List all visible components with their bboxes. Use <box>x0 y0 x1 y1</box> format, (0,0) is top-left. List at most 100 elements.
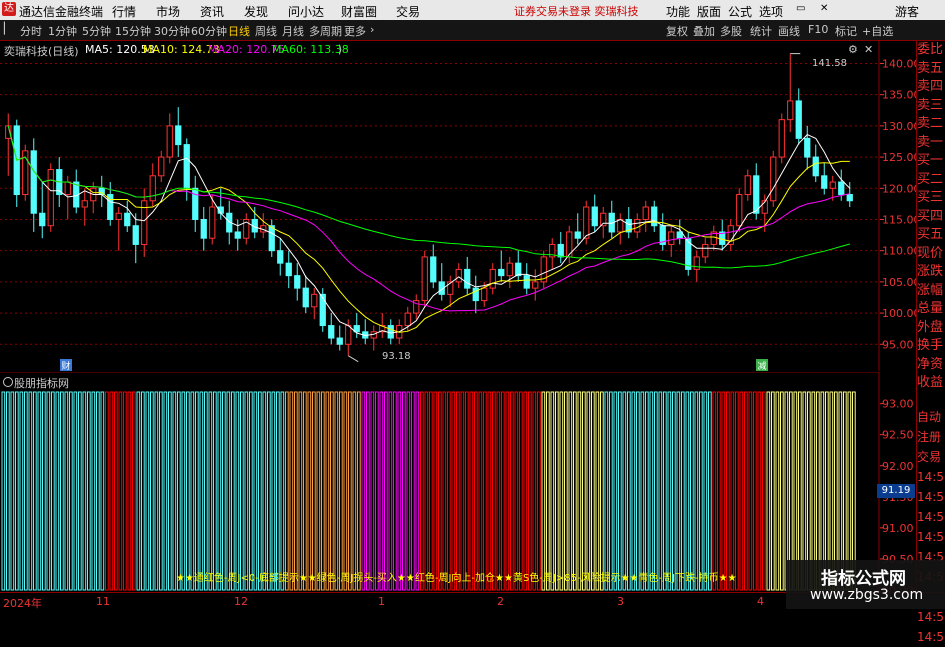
candle-body <box>821 175 828 189</box>
menu-formula[interactable]: 公式 <box>728 3 752 20</box>
sidebar-toggle-icon[interactable]: ▏ <box>4 22 12 35</box>
tab-period-daily[interactable]: 日线 <box>228 23 250 39</box>
indicator-bar <box>109 391 114 591</box>
candle-body <box>583 206 590 239</box>
menu-ask[interactable]: 问小达 <box>288 3 324 20</box>
tab-period-timeshare[interactable]: 分时 <box>20 23 42 39</box>
candle-body <box>498 268 505 277</box>
mark-button[interactable]: 标记 <box>835 23 857 39</box>
menu-function[interactable]: 功能 <box>666 3 690 20</box>
menu-discover[interactable]: 发现 <box>244 3 268 20</box>
indicator-bar <box>51 391 55 591</box>
stats-button[interactable]: 统计 <box>750 23 772 39</box>
more-chevron-icon[interactable]: › <box>370 23 374 36</box>
add-favorite-button[interactable]: +自选 <box>862 23 893 39</box>
menu-wealth[interactable]: 财富圈 <box>341 3 377 20</box>
indicator-bar <box>163 391 168 591</box>
tab-period-multi[interactable]: 多周期 <box>309 23 342 39</box>
indicator-bar <box>294 391 298 591</box>
indicator-bar <box>321 391 325 591</box>
finance-tag[interactable]: 财 <box>60 359 72 372</box>
tab-period-5min[interactable]: 5分钟 <box>82 23 111 39</box>
tab-period-30min[interactable]: 30分钟 <box>154 23 190 39</box>
indicator-bar <box>681 391 685 591</box>
indicator-bar <box>550 391 555 591</box>
indicator-bar <box>307 391 312 591</box>
app-name: 通达信金融终端 <box>19 5 104 19</box>
indicator-bar <box>735 391 739 591</box>
quote-panel-ticks: 自动注册交易14:5614:5614:5614:5614:5614:5614:5… <box>917 407 945 647</box>
close-icon[interactable]: ✕ <box>820 3 828 14</box>
candle-body <box>319 293 326 327</box>
indicator-bar <box>744 391 748 591</box>
candle-body <box>464 268 471 289</box>
indicator-bar <box>573 391 577 591</box>
candlestick-chart[interactable] <box>0 41 880 371</box>
indicator-chart[interactable] <box>0 372 880 592</box>
menu-market-2[interactable]: 市场 <box>156 3 180 20</box>
minimize-icon[interactable]: ▭ <box>796 3 805 14</box>
indicator-bar <box>78 391 82 591</box>
indicator-bar <box>505 391 510 591</box>
tab-period-more[interactable]: 更多 <box>344 23 366 39</box>
candle-body <box>532 281 539 289</box>
indicator-bar <box>613 391 618 591</box>
indicator-bar <box>537 391 541 591</box>
indicator-bar <box>172 391 177 591</box>
tab-period-monthly[interactable]: 月线 <box>282 23 304 39</box>
indicator-bar <box>1 391 6 591</box>
indicator-bar <box>424 391 429 591</box>
quote-label: 卖二 <box>917 116 944 131</box>
adjust-button[interactable]: 复权 <box>666 23 688 39</box>
indicator-bar <box>532 391 537 591</box>
indicator-bar <box>397 391 402 591</box>
candle-body <box>234 231 241 239</box>
user-label[interactable]: 游客 <box>895 3 919 20</box>
candle-body <box>744 175 751 196</box>
menu-news[interactable]: 资讯 <box>200 3 224 20</box>
f10-button[interactable]: F10 <box>808 23 828 36</box>
candle-body <box>778 119 785 158</box>
tab-period-15min[interactable]: 15分钟 <box>115 23 151 39</box>
date-label: 1 <box>378 595 385 608</box>
indicator-bar <box>451 391 456 591</box>
indicator-bar <box>514 391 519 591</box>
low-price-label: 93.18 <box>382 351 411 362</box>
indicator-bar <box>96 391 100 591</box>
candle-body <box>192 187 199 220</box>
quote-label: 卖四 <box>917 79 944 94</box>
indicator-bar <box>105 391 109 591</box>
date-label: 12 <box>234 595 248 608</box>
indicator-bar <box>586 391 591 591</box>
indicator-bar <box>132 391 136 591</box>
candle-body <box>200 218 207 239</box>
indicator-bar <box>609 391 613 591</box>
candle-body <box>175 125 182 146</box>
price-tick-label: 125.00 <box>882 151 916 164</box>
candle-body <box>489 268 496 289</box>
indicator-bar <box>136 391 141 591</box>
indicator-legend: ★★通红色-周J<0-底部提示★★绿色-周J拐头-买入★★红色-周J向上-加仓★… <box>176 573 737 584</box>
overlay-button[interactable]: 叠加 <box>693 23 715 39</box>
indicator-bar <box>33 391 37 591</box>
menu-market[interactable]: 行情 <box>112 3 136 20</box>
quote-label: 买五 <box>917 227 944 242</box>
multi-stock-button[interactable]: 多股 <box>720 23 742 39</box>
draw-line-button[interactable]: 画线 <box>778 23 800 39</box>
indicator-bar <box>555 391 559 591</box>
menu-options[interactable]: 选项 <box>759 3 783 20</box>
tab-period-60min[interactable]: 60分钟 <box>191 23 227 39</box>
indicator-bar <box>667 391 672 591</box>
candle-body <box>30 150 37 214</box>
menu-layout[interactable]: 版面 <box>697 3 721 20</box>
menu-trade[interactable]: 交易 <box>396 3 420 20</box>
indicator-bar <box>285 391 289 591</box>
tab-period-1min[interactable]: 1分钟 <box>48 23 77 39</box>
indicator-bar <box>726 391 730 591</box>
reduce-tag[interactable]: 减 <box>756 359 768 372</box>
indicator-bar <box>330 391 334 591</box>
indicator-bar <box>177 391 181 591</box>
price-tick-label: 135.00 <box>882 89 916 102</box>
tab-period-weekly[interactable]: 周线 <box>255 23 277 39</box>
indicator-bar <box>217 391 222 591</box>
